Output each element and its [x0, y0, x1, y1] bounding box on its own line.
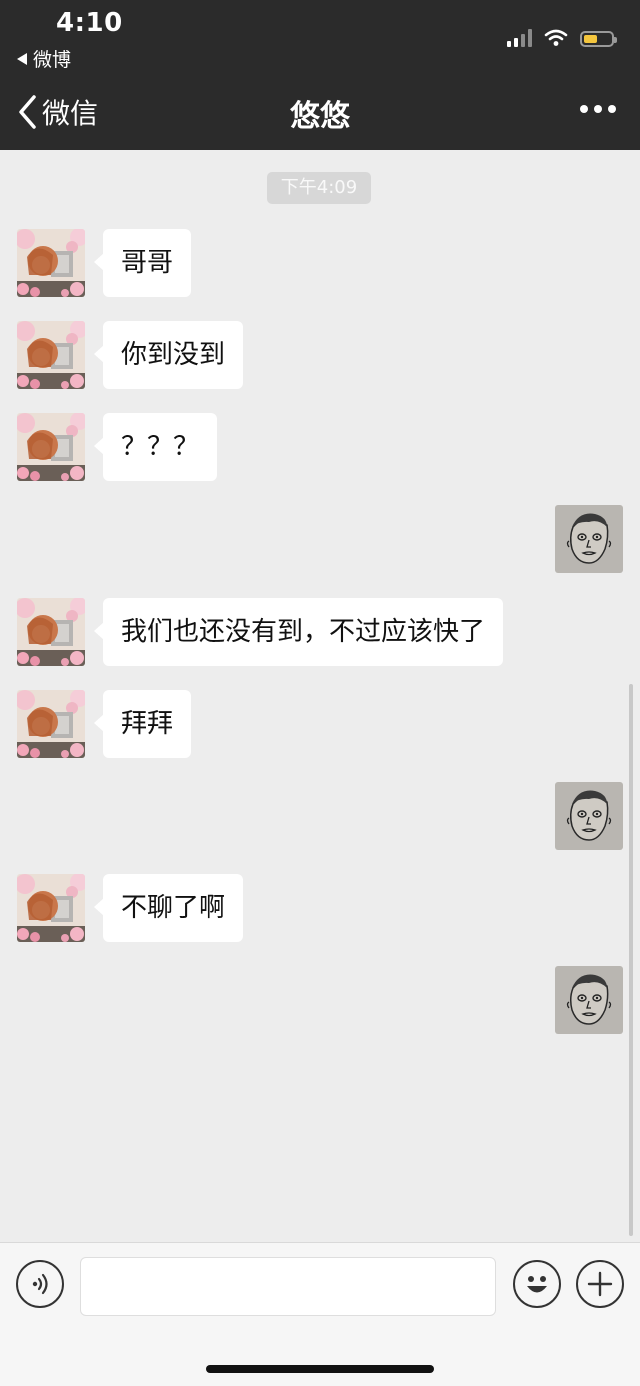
plus-button[interactable] — [576, 1260, 624, 1308]
friend-avatar[interactable] — [17, 598, 85, 666]
emoji-button[interactable] — [513, 1260, 561, 1308]
wechat-chat-screen: 4:10 微博 微信 悠悠 下午4:09 哥哥 你到没到 ？？？ 我们也还没有到… — [0, 0, 640, 1386]
friend-avatar[interactable] — [17, 874, 85, 942]
scrollbar[interactable] — [629, 684, 633, 1236]
my-avatar-image — [555, 505, 623, 573]
message-bubble[interactable]: ？？？ — [93, 413, 218, 481]
voice-icon — [32, 1273, 48, 1295]
voice-button[interactable] — [16, 1260, 64, 1308]
my-avatar-image — [555, 966, 623, 1034]
plus-icon — [587, 1271, 613, 1297]
emoji-icon — [527, 1276, 547, 1293]
my-avatar[interactable] — [555, 505, 623, 573]
status-back-to-app[interactable]: 微博 — [17, 45, 71, 72]
friend-avatar[interactable] — [17, 690, 85, 758]
message-bubble[interactable]: 我们也还没有到，不过应该快了 — [93, 598, 504, 666]
status-icons — [507, 29, 617, 47]
battery-fill — [584, 35, 597, 43]
more-dots-icon[interactable] — [580, 105, 616, 113]
wifi-icon — [544, 29, 568, 46]
top-bar: 4:10 微博 微信 悠悠 — [0, 0, 640, 150]
home-indicator[interactable] — [206, 1365, 434, 1373]
status-back-app-label: 微博 — [33, 49, 72, 71]
message-bubble[interactable]: 不聊了啊 — [93, 874, 244, 942]
message-bubble[interactable]: 拜拜 — [93, 690, 192, 758]
message-bubble[interactable]: 你到没到 — [93, 321, 244, 389]
friend-avatar-image — [17, 321, 85, 389]
friend-avatar-image — [17, 598, 85, 666]
friend-avatar-image — [17, 413, 85, 481]
chat-history[interactable]: 下午4:09 哥哥 你到没到 ？？？ 我们也还没有到，不过应该快了 拜拜 不聊了… — [0, 150, 640, 1242]
my-avatar[interactable] — [555, 966, 623, 1034]
friend-avatar[interactable] — [17, 413, 85, 481]
friend-avatar-image — [17, 874, 85, 942]
back-triangle-icon — [17, 52, 27, 65]
input-bar — [0, 1242, 640, 1386]
friend-avatar[interactable] — [17, 229, 85, 297]
my-avatar-image — [555, 782, 623, 850]
friend-avatar[interactable] — [17, 321, 85, 389]
friend-avatar-image — [17, 690, 85, 758]
my-avatar[interactable] — [555, 782, 623, 850]
signal-icon — [507, 29, 532, 47]
status-time: 4:10 — [56, 8, 123, 38]
chat-title: 悠悠 — [290, 99, 350, 134]
battery-icon — [580, 31, 617, 47]
friend-avatar-image — [17, 229, 85, 297]
message-input[interactable] — [80, 1257, 496, 1316]
message-bubble[interactable]: 哥哥 — [93, 229, 192, 297]
message-timestamp: 下午4:09 — [267, 172, 371, 204]
